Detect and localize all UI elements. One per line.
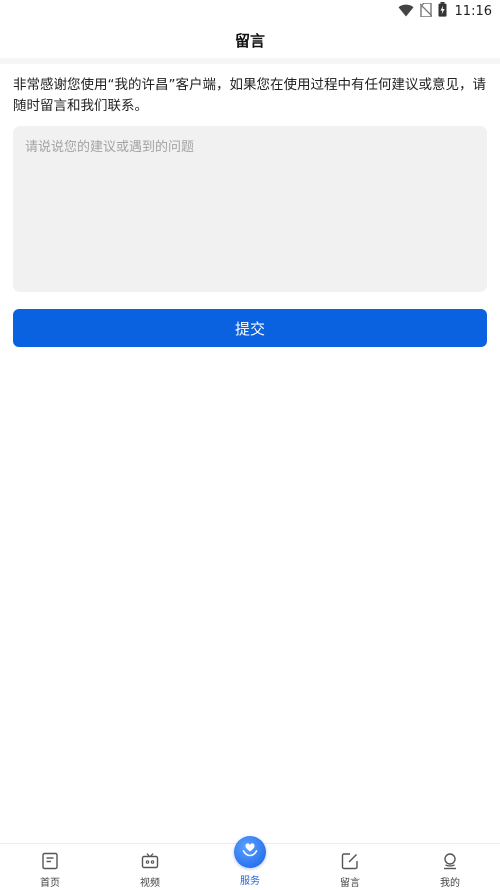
heart-hand-icon (241, 841, 259, 863)
tab-mine[interactable]: 我的 (400, 844, 500, 890)
tab-video-label: 视频 (140, 878, 160, 889)
status-icons: 11:16 (398, 1, 492, 21)
title-divider (0, 58, 500, 64)
tv-icon (141, 851, 159, 871)
battery-charging-icon (438, 1, 447, 21)
title-bar: 留言 (0, 22, 500, 58)
status-time: 11:16 (454, 3, 492, 19)
tab-home-label: 首页 (40, 878, 60, 889)
intro-text: 非常感谢您使用“我的许昌”客户端，如果您在使用过程中有任何建议或意见，请随时留言… (13, 77, 486, 114)
user-icon (441, 851, 459, 871)
tab-message-label: 留言 (340, 878, 360, 889)
page-title: 留言 (234, 31, 265, 50)
tab-mine-label: 我的 (440, 878, 460, 889)
wifi-icon (398, 2, 414, 21)
no-sim-icon (419, 1, 432, 21)
status-bar: 11:16 (0, 0, 500, 22)
feedback-textarea[interactable] (25, 136, 475, 282)
submit-button-label: 提交 (234, 319, 265, 338)
edit-note-icon (341, 851, 359, 871)
home-doc-icon (41, 851, 59, 871)
feedback-box (13, 126, 487, 292)
tab-service-label: 服务 (240, 876, 260, 887)
submit-button[interactable]: 提交 (13, 309, 487, 347)
tab-video[interactable]: 视频 (100, 844, 200, 890)
tab-home[interactable]: 首页 (0, 844, 100, 890)
tab-message[interactable]: 留言 (300, 844, 400, 890)
tab-service[interactable] (234, 836, 266, 868)
